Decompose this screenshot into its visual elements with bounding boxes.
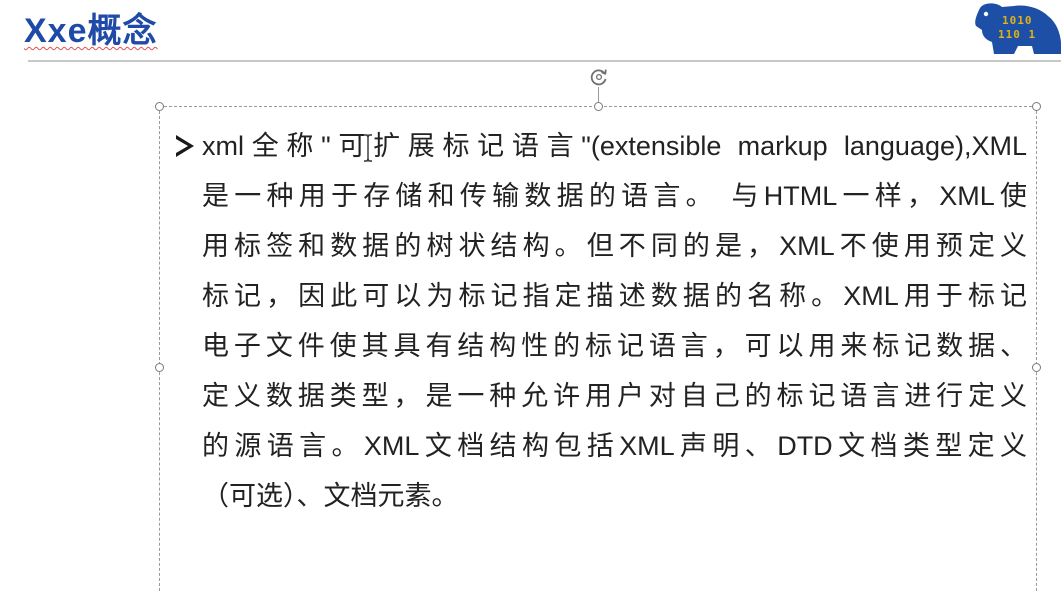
rotate-handle-icon[interactable] bbox=[589, 67, 609, 87]
body-line-5: 电子文件使其具有结构性的标记语言，可以用来标记数据、 bbox=[202, 331, 1027, 361]
resize-handle-middle-left[interactable] bbox=[155, 363, 164, 372]
resize-handle-middle-right[interactable] bbox=[1032, 363, 1041, 372]
slide: Xxe概念 1010 110 1 xml全称"可扩展标记语言"(extensib… bbox=[0, 0, 1061, 591]
body-line-1: xml全称"可扩展标记语言"(extensible markup languag… bbox=[202, 131, 1027, 161]
rotate-handle-stem bbox=[598, 87, 599, 103]
body-line-2: 是一种用于存储和传输数据的语言。 与HTML一样，XML使 bbox=[202, 181, 1027, 211]
arrow-bullet-icon bbox=[176, 135, 194, 157]
slide-body-textbox[interactable]: xml全称"可扩展标记语言"(extensible markup languag… bbox=[172, 121, 1027, 521]
body-line-8: （可选）、文档元素。 bbox=[202, 481, 459, 511]
slide-title[interactable]: Xxe概念 bbox=[24, 8, 158, 54]
body-line-6: 定义数据类型，是一种允许用户对自己的标记语言进行定义 bbox=[202, 381, 1027, 411]
logo-digits-row2: 110 1 bbox=[998, 28, 1036, 41]
body-line-4: 标记，因此可以为标记指定描述数据的名称。XML用于标记 bbox=[202, 281, 1027, 311]
resize-handle-top-left[interactable] bbox=[155, 102, 164, 111]
logo-digits-row1: 1010 bbox=[1002, 14, 1033, 27]
resize-handle-top-center[interactable] bbox=[594, 102, 603, 111]
resize-handle-top-right[interactable] bbox=[1032, 102, 1041, 111]
body-line-3: 用标签和数据的树状结构。但不同的是，XML不使用预定义 bbox=[202, 231, 1027, 261]
bullet-paragraph: xml全称"可扩展标记语言"(extensible markup languag… bbox=[172, 121, 1027, 521]
binary-beast-logo-icon: 1010 110 1 bbox=[975, 3, 1061, 54]
body-line-7: 的源语言。XML文档结构包括XML声明、DTD文档类型定义 bbox=[202, 431, 1027, 461]
title-divider bbox=[28, 60, 1061, 62]
text-cursor-icon bbox=[364, 134, 372, 162]
